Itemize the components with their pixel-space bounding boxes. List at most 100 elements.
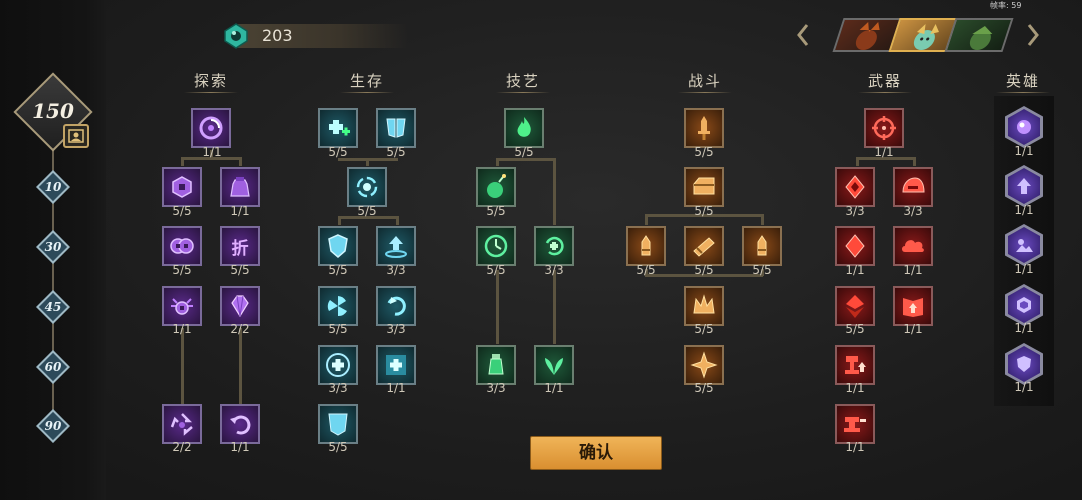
talent-node-weapon-4b[interactable] (893, 286, 933, 326)
talent-node-explore-5a[interactable] (162, 404, 202, 444)
gem-icon (224, 23, 248, 49)
talent-count: 1/1 (1014, 321, 1034, 335)
heal-up-icon (385, 236, 407, 258)
tree-connector (366, 158, 369, 166)
talent-node-weapon-2b[interactable] (893, 167, 933, 207)
talent-count: 5/5 (694, 204, 714, 218)
talent-count: 3/3 (845, 204, 865, 218)
crystal-icon (231, 295, 249, 318)
gem-red-icon (845, 175, 865, 199)
discount-icon: 折 (231, 238, 249, 259)
talent-node-explore-2a[interactable] (162, 167, 202, 207)
talent-count: 1/1 (903, 263, 923, 277)
talent-node-combat-4[interactable] (684, 286, 724, 326)
talent-node-weapon-1[interactable] (864, 108, 904, 148)
talent-node-craft-4b[interactable] (534, 345, 574, 385)
talent-node-craft-4a[interactable] (476, 345, 516, 385)
chest-icon (693, 177, 715, 195)
talent-count: 3/3 (386, 322, 406, 336)
talent-node-craft-1[interactable] (504, 108, 544, 148)
crosshair-icon (872, 116, 896, 140)
tree-connector (553, 158, 556, 225)
column-title: 英雄 (1005, 72, 1040, 90)
next-hero-button[interactable] (1026, 22, 1040, 48)
talent-count: 1/1 (874, 145, 894, 159)
talent-node-survive-5b[interactable] (376, 345, 416, 385)
column-header-hero: 英雄 (978, 70, 1068, 93)
talent-count: 5/5 (694, 322, 714, 336)
talent-node-combat-5[interactable] (684, 345, 724, 385)
talent-node-combat-1[interactable] (684, 108, 724, 148)
talent-count: 5/5 (386, 145, 406, 159)
heal-circle-icon (326, 353, 350, 377)
talent-node-survive-5a[interactable] (318, 345, 358, 385)
talent-count: 5/5 (172, 263, 192, 277)
talent-node-explore-5b[interactable] (220, 404, 260, 444)
talent-node-survive-4b[interactable] (376, 286, 416, 326)
prev-hero-button[interactable] (796, 22, 810, 48)
talent-node-explore-4b[interactable] (220, 286, 260, 326)
talent-count: 1/1 (172, 322, 192, 336)
talent-node-craft-2a[interactable] (476, 167, 516, 207)
tree-connector (761, 214, 764, 225)
talent-node-survive-4a[interactable] (318, 286, 358, 326)
talent-count: 5/5 (486, 204, 506, 218)
tree-connector (496, 270, 499, 344)
bag-icon (230, 177, 250, 197)
heal-spin-icon (545, 236, 564, 256)
heal-box-icon (386, 355, 406, 375)
landscape-icon (1016, 239, 1033, 252)
spin-icon (327, 296, 347, 317)
orb-icon (1017, 120, 1031, 134)
fps-readout: 帧率: 59 (990, 1, 1022, 10)
column-header-survive: 生存 (322, 70, 412, 93)
talent-node-craft-3a[interactable] (476, 226, 516, 266)
talent-count: 3/3 (544, 263, 564, 277)
crown-icon (693, 294, 715, 314)
talent-count: 3/3 (328, 381, 348, 395)
up-arrow-icon (1017, 178, 1031, 194)
hero-hex-inner (1008, 346, 1040, 382)
hero-card-3[interactable] (944, 18, 1014, 52)
talent-node-survive-1b[interactable] (376, 108, 416, 148)
header-divider (340, 92, 394, 93)
header-divider (858, 92, 912, 93)
talent-count: 3/3 (386, 263, 406, 277)
talent-node-explore-3b[interactable]: 折 (220, 226, 260, 266)
chevron-left-icon (797, 24, 809, 46)
column-header-combat: 战斗 (660, 70, 750, 93)
talent-count: 5/5 (328, 263, 348, 277)
talent-node-explore-3a[interactable] (162, 226, 202, 266)
talent-node-weapon-5[interactable] (835, 345, 875, 385)
tree-connector (396, 216, 399, 225)
talent-node-weapon-2a[interactable] (835, 167, 875, 207)
coin-icon (172, 176, 192, 198)
talent-node-combat-2[interactable] (684, 167, 724, 207)
talent-node-combat-3c[interactable] (742, 226, 782, 266)
header-divider (496, 92, 550, 93)
talent-node-explore-1[interactable] (191, 108, 231, 148)
confirm-button[interactable]: 确认 (530, 436, 662, 470)
profile-button[interactable] (63, 124, 89, 148)
talent-node-explore-2b[interactable] (220, 167, 260, 207)
talent-node-survive-6[interactable] (318, 404, 358, 444)
talent-node-craft-3b[interactable] (534, 226, 574, 266)
tree-connector (181, 328, 184, 404)
talent-node-survive-2[interactable] (347, 167, 387, 207)
talent-node-weapon-6[interactable] (835, 404, 875, 444)
return-icon (230, 415, 251, 435)
talent-node-survive-3b[interactable] (376, 226, 416, 266)
talent-count: 3/3 (903, 204, 923, 218)
talent-node-weapon-3b[interactable] (893, 226, 933, 266)
talent-node-weapon-4a[interactable] (835, 286, 875, 326)
talent-node-combat-3b[interactable] (684, 226, 724, 266)
heal-plus-icon (329, 120, 350, 136)
talent-node-survive-3a[interactable] (318, 226, 358, 266)
talent-node-combat-3a[interactable] (626, 226, 666, 266)
talent-count: 5/5 (694, 145, 714, 159)
talent-node-weapon-3a[interactable] (835, 226, 875, 266)
talent-node-explore-4a[interactable] (162, 286, 202, 326)
bullet-icon (641, 235, 651, 256)
talent-node-survive-1a[interactable] (318, 108, 358, 148)
talent-count: 1/1 (386, 381, 406, 395)
